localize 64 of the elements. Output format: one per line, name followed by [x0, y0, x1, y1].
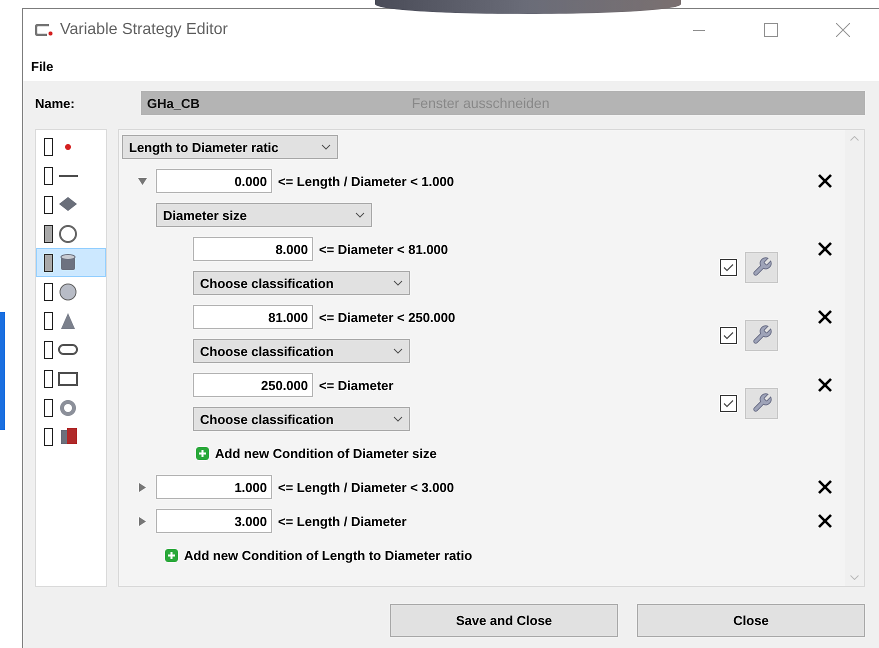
scroll-up-icon	[850, 136, 859, 141]
condition-text: <= Length / Diameter < 3.000	[278, 480, 454, 494]
wrench-button[interactable]	[745, 252, 778, 282]
close-dialog-button[interactable]: Close	[637, 604, 865, 637]
menu-item[interactable]: File	[27, 56, 58, 76]
value-field[interactable]: 8.000	[193, 237, 313, 261]
add-condition-link[interactable]: Add new Condition of Diameter size	[196, 446, 437, 460]
cylinder-icon	[58, 252, 78, 272]
checkbox[interactable]	[720, 394, 737, 412]
maximize-icon	[764, 23, 778, 37]
condition-text: <= Diameter	[319, 378, 394, 392]
wrench-button[interactable]	[745, 320, 778, 350]
check-icon	[723, 330, 734, 340]
point-icon	[65, 144, 71, 150]
value-field[interactable]: 0.000	[156, 169, 272, 193]
delete-icon[interactable]	[817, 479, 833, 495]
add-icon	[165, 548, 178, 562]
condition-text: <= Length / Diameter	[278, 514, 407, 528]
chevron-down-icon	[355, 212, 365, 218]
condition-text: <= Diameter < 81.000	[319, 242, 448, 256]
save-and-close-button[interactable]: Save and Close	[390, 604, 618, 637]
check-icon	[723, 398, 734, 408]
wrench-button[interactable]	[745, 388, 778, 418]
delete-icon[interactable]	[817, 309, 833, 325]
delete-icon[interactable]	[817, 173, 833, 189]
window-title: Variable Strategy Editor	[60, 21, 228, 39]
close-icon	[836, 23, 850, 37]
cone-icon	[58, 310, 78, 330]
solid-icon	[58, 426, 78, 446]
chevron-down-icon	[393, 280, 403, 286]
chevron-down-icon	[321, 144, 331, 150]
app-logo-icon	[35, 24, 53, 36]
delete-icon[interactable]	[817, 241, 833, 257]
chevron-down-icon	[393, 416, 403, 422]
value-field[interactable]: 1.000	[156, 475, 272, 499]
torus-icon	[58, 398, 78, 418]
check-icon	[723, 262, 734, 272]
wrench-icon	[750, 256, 772, 278]
condition-text: <= Diameter < 250.000	[319, 310, 456, 324]
wrench-icon	[750, 324, 772, 346]
line-icon	[58, 174, 78, 176]
condition-text: <= Length / Diameter < 1.000	[278, 174, 454, 188]
value-field[interactable]: 250.000	[193, 373, 313, 397]
wrench-icon	[750, 392, 772, 414]
add-icon	[196, 446, 209, 460]
value-field[interactable]: 3.000	[156, 509, 272, 533]
circle-icon	[58, 224, 78, 244]
shape-list-item[interactable]	[36, 248, 106, 277]
classification-dropdown[interactable]: Choose classification	[193, 271, 410, 295]
classification-dropdown[interactable]: Choose classification	[193, 407, 410, 431]
name-label: Name:	[35, 96, 76, 110]
chevron-down-icon	[393, 348, 403, 354]
delete-icon[interactable]	[817, 513, 833, 529]
sphere-icon	[58, 282, 78, 302]
delete-icon[interactable]	[817, 377, 833, 393]
value-field[interactable]: 81.000	[193, 305, 313, 329]
criterion-dropdown[interactable]: Length to Diameter ratic	[122, 135, 338, 159]
add-condition-link[interactable]: Add new Condition of Length to Diameter ratio	[165, 548, 472, 562]
criterion-dropdown[interactable]: Diameter size	[156, 203, 372, 227]
checkbox[interactable]	[720, 326, 737, 344]
scrollbar[interactable]	[845, 130, 864, 586]
scroll-down-icon	[850, 575, 859, 580]
checkbox[interactable]	[720, 258, 737, 276]
classification-dropdown[interactable]: Choose classification	[193, 339, 410, 363]
